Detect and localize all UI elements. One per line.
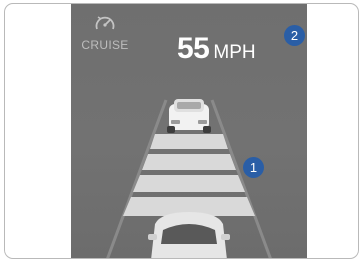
lead-vehicle-icon: [167, 99, 211, 133]
distance-bar-2: [142, 154, 236, 170]
distance-bar-1: [150, 134, 228, 149]
speedometer-icon: [95, 16, 115, 30]
illustration-frame: CRUISE 55 MPH 1 2: [4, 3, 359, 259]
own-vehicle-icon: [148, 212, 230, 258]
distance-bar-3: [133, 175, 245, 192]
cruise-indicator: CRUISE: [75, 12, 135, 52]
callout-badge-1: 1: [243, 157, 264, 178]
set-speed-readout: 55 MPH: [177, 32, 256, 66]
speed-unit: MPH: [213, 42, 256, 63]
set-speed-value: 55: [177, 32, 210, 65]
following-distance-bars: [123, 134, 255, 216]
cluster-display: CRUISE 55 MPH 1: [71, 4, 307, 258]
cruise-label: CRUISE: [81, 38, 129, 52]
callout-badge-2: 2: [284, 25, 305, 46]
